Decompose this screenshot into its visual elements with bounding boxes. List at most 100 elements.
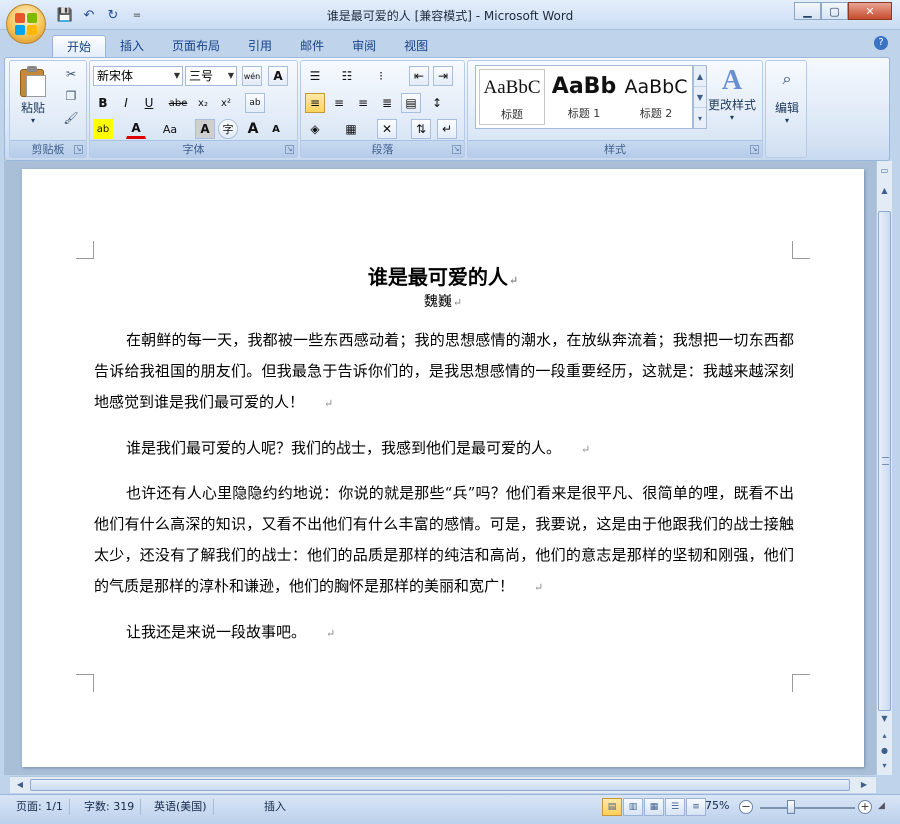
distributed-icon[interactable]: ▤ — [401, 93, 421, 113]
show-marks-icon[interactable]: ↵ — [437, 119, 457, 139]
language-indicator[interactable]: 英语(美国) — [148, 799, 214, 815]
clipboard-launcher-icon[interactable]: ↘ — [74, 145, 83, 154]
italic-button[interactable]: I — [116, 93, 136, 113]
cut-icon[interactable]: ✂ — [62, 65, 80, 83]
styles-gallery: AaBbC 标题 AaBb 标题 1 AaBbC 标题 2 — [475, 65, 693, 129]
title-bar: 💾 ↶ ↻ = 谁是最可爱的人 [兼容模式] - Microsoft Word … — [0, 0, 900, 30]
office-button[interactable] — [6, 4, 46, 44]
clipboard-icon — [18, 65, 48, 99]
vertical-scroll-thumb[interactable] — [878, 211, 891, 711]
paragraph-launcher-icon[interactable]: ↘ — [452, 145, 461, 154]
superscript-button[interactable]: x² — [216, 93, 236, 113]
editing-group: ⌕ 编辑 ▾ — [765, 60, 807, 158]
increase-indent-icon[interactable]: ⇥ — [433, 66, 453, 86]
resize-grip-icon[interactable]: ◢ — [878, 801, 890, 813]
close-button[interactable]: ✕ — [848, 2, 892, 20]
justify-icon[interactable]: ≣ — [377, 93, 397, 113]
zoom-slider[interactable] — [760, 807, 855, 809]
zoom-slider-thumb[interactable] — [787, 800, 795, 814]
grow-font-button[interactable]: A — [243, 119, 263, 139]
margin-corner-mark — [76, 241, 94, 259]
outline-icon[interactable]: ☰ — [665, 798, 685, 816]
document-page[interactable]: 谁是最可爱的人↵ 魏巍↵ 在朝鲜的每一天，我都被一些东西感动着；我的思想感情的潮… — [22, 169, 864, 767]
style-title[interactable]: AaBbC 标题 — [479, 69, 545, 125]
paragraph-group-label: 段落 — [301, 140, 464, 157]
subscript-button[interactable]: x₂ — [193, 93, 213, 113]
align-center-icon[interactable]: ≡ — [329, 93, 349, 113]
draft-icon[interactable]: ≡ — [686, 798, 706, 816]
paste-button[interactable]: 粘贴 ▾ — [18, 65, 48, 125]
help-icon[interactable]: ? — [874, 36, 888, 50]
tab-references[interactable]: 引用 — [234, 35, 286, 57]
zoom-in-icon[interactable]: + — [858, 800, 872, 814]
previous-page-icon[interactable]: ▴ — [877, 728, 892, 744]
phonetic-guide-button[interactable]: wén — [242, 66, 262, 86]
style-heading-1[interactable]: AaBb 标题 1 — [551, 69, 617, 125]
strikethrough-button[interactable]: abe — [168, 93, 188, 113]
font-launcher-icon[interactable]: ↘ — [285, 145, 294, 154]
horizontal-scrollbar[interactable]: ◀ ▶ — [10, 776, 876, 793]
decrease-indent-icon[interactable]: ⇤ — [409, 66, 429, 86]
align-right-icon[interactable]: ≡ — [353, 93, 373, 113]
copy-icon[interactable]: ❐ — [62, 87, 80, 105]
scroll-up-icon[interactable]: ▲ — [877, 183, 892, 199]
select-browse-object-icon[interactable]: ● — [877, 743, 892, 759]
tab-mailings[interactable]: 邮件 — [286, 35, 338, 57]
scroll-down-icon[interactable]: ▼ — [877, 711, 892, 727]
paragraph: 在朝鲜的每一天，我都被一些东西感动着；我的思想感情的潮水，在放纵奔流着；我想把一… — [94, 331, 794, 411]
insert-mode-indicator[interactable]: 插入 — [258, 799, 292, 815]
full-screen-reading-icon[interactable]: ▥ — [623, 798, 643, 816]
style-heading-2[interactable]: AaBbC 标题 2 — [623, 69, 689, 125]
shrink-font-button[interactable]: A — [266, 119, 286, 139]
ruler-toggle-icon[interactable]: ▭ — [877, 163, 892, 179]
maximize-button[interactable]: ▢ — [821, 2, 848, 20]
character-border-button[interactable]: A — [268, 66, 288, 86]
font-name-combo[interactable]: 新宋体 ▼ — [93, 66, 183, 86]
bold-button[interactable]: B — [93, 93, 113, 113]
style-name: 标题 — [501, 108, 523, 121]
next-page-icon[interactable]: ▾ — [877, 758, 892, 774]
numbering-icon[interactable]: ☷ — [337, 66, 357, 86]
chinese-layout-icon[interactable]: ✕ — [377, 119, 397, 139]
scroll-right-icon[interactable]: ▶ — [856, 777, 872, 793]
sort-icon[interactable]: ⇅ — [411, 119, 431, 139]
style-sample: AaBb — [551, 74, 617, 99]
zoom-level[interactable]: 75% — [705, 799, 729, 812]
highlight-icon[interactable]: ab — [93, 119, 113, 139]
clear-formatting-icon[interactable]: ab — [245, 93, 265, 113]
multilevel-list-icon[interactable]: ⁝ — [371, 66, 391, 86]
font-color-icon[interactable]: A — [126, 119, 146, 139]
editing-button[interactable]: ⌕ 编辑 ▾ — [770, 69, 804, 125]
styles-launcher-icon[interactable]: ↘ — [750, 145, 759, 154]
tab-insert[interactable]: 插入 — [106, 35, 158, 57]
tab-home[interactable]: 开始 — [52, 35, 107, 57]
shading-icon[interactable]: ◈ — [305, 119, 325, 139]
horizontal-scroll-thumb[interactable] — [30, 779, 850, 791]
tab-view[interactable]: 视图 — [390, 35, 442, 57]
scroll-left-icon[interactable]: ◀ — [12, 777, 28, 793]
font-size-combo[interactable]: 三号 ▼ — [185, 66, 237, 86]
print-layout-icon[interactable]: ▤ — [602, 798, 622, 816]
format-painter-icon[interactable]: 🖌 — [62, 109, 80, 127]
borders-icon[interactable]: ▦ — [341, 119, 361, 139]
document-title: 谁是最可爱的人↵ — [367, 265, 519, 289]
font-size-value: 三号 — [189, 69, 214, 83]
style-sample: AaBbC — [624, 76, 688, 98]
align-left-icon[interactable]: ≡ — [305, 93, 325, 113]
page-indicator[interactable]: 页面: 1/1 — [10, 799, 70, 815]
bullets-icon[interactable]: ☰ — [305, 66, 325, 86]
tab-review[interactable]: 审阅 — [338, 35, 390, 57]
character-shading-icon[interactable]: A — [195, 119, 215, 139]
minimize-button[interactable]: ▁ — [794, 2, 821, 20]
paragraph-group: ☰ ☷ ⁝ ⇤ ⇥ ≡ ≡ ≡ ≣ ▤ ↕ ◈ ▦ ✕ ⇅ ↵ 段落 ↘ — [300, 60, 465, 158]
web-layout-icon[interactable]: ▦ — [644, 798, 664, 816]
word-count[interactable]: 字数: 319 — [78, 799, 142, 815]
change-styles-button[interactable]: A 更改样式 ▾ — [705, 66, 759, 123]
change-case-button[interactable]: Aa — [160, 119, 180, 139]
vertical-scrollbar[interactable]: ▭ ▲ ▼ ▴ ● ▾ — [876, 161, 892, 775]
line-spacing-icon[interactable]: ↕ — [427, 93, 447, 113]
tab-page-layout[interactable]: 页面布局 — [158, 35, 234, 57]
enclose-characters-icon[interactable]: 字 — [218, 119, 238, 139]
underline-button[interactable]: U — [139, 93, 159, 113]
zoom-out-icon[interactable]: − — [739, 800, 753, 814]
